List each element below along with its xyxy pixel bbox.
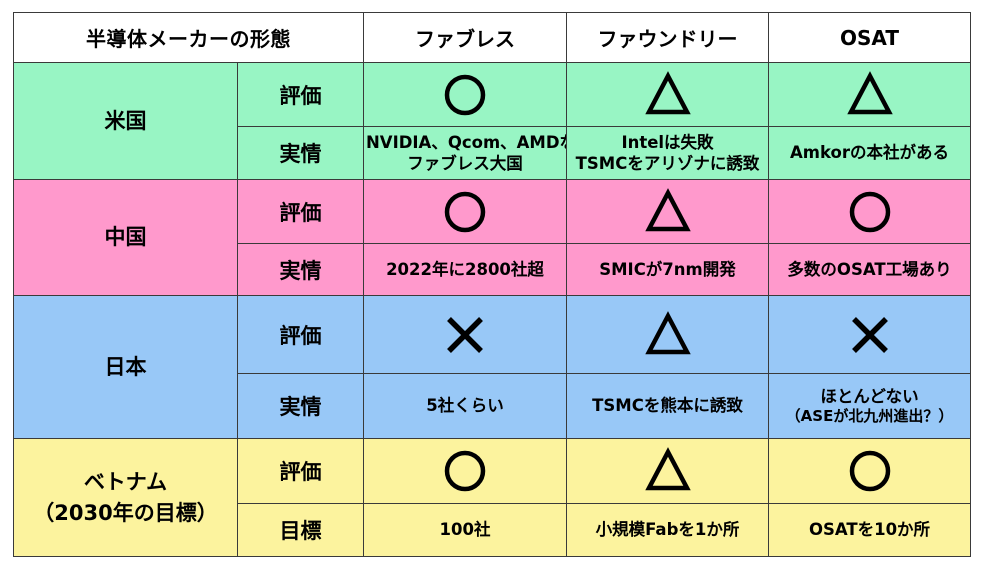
country-vn: ベトナム （2030年の目標） <box>13 438 238 557</box>
jp-osat-detail: ほとんどない （ASEが北九州進出？） <box>768 373 971 439</box>
country-subtitle: （2030年の目標） <box>33 500 218 525</box>
triangle-mark-icon <box>644 447 691 491</box>
detail-line: Amkorの本社がある <box>790 143 949 163</box>
country-name: ベトナム <box>83 470 168 495</box>
cross-mark-icon <box>441 311 489 359</box>
circle-mark-icon <box>444 74 486 115</box>
cn-osat-detail: 多数のOSAT工場あり <box>768 243 971 296</box>
us-osat-detail: Amkorの本社がある <box>768 126 971 180</box>
rating-label: 評価 <box>237 438 364 504</box>
country-name: 日本 <box>104 354 147 379</box>
detail-line: Intelは失敗 <box>621 132 714 152</box>
circle-mark-icon <box>441 447 489 495</box>
rating-label: 評価 <box>237 295 364 374</box>
triangle-mark-icon <box>644 187 692 236</box>
circle-mark-icon <box>441 71 489 119</box>
triangle-mark-icon <box>644 70 692 119</box>
triangle-mark-icon <box>644 187 691 231</box>
vn-foundry-rating <box>566 438 769 504</box>
jp-foundry-detail: TSMCを熊本に誘致 <box>566 373 769 439</box>
semiconductor-comparison-table: 半導体メーカーの形態 ファブレス ファウンドリー OSAT 米国 評価 実情 N… <box>13 12 971 557</box>
header-osat: OSAT <box>768 12 971 63</box>
detail-label: 実情 <box>237 373 364 439</box>
cross-mark-icon <box>447 316 483 353</box>
detail-line: ファブレス大国 <box>407 154 523 173</box>
header-foundry: ファウンドリー <box>566 12 769 63</box>
triangle-mark-icon <box>846 70 893 114</box>
circle-mark-icon <box>444 191 486 232</box>
circle-mark-icon <box>444 450 486 492</box>
jp-rating-row: 日本 評価 <box>13 295 971 439</box>
cn-fabless-rating <box>363 179 567 244</box>
cn-osat-rating <box>768 179 971 244</box>
vn-fabless-detail: 100社 <box>363 503 567 557</box>
detail-line: ほとんどない <box>820 386 919 406</box>
detail-line: （ASEが北九州進出？） <box>785 406 954 425</box>
jp-fabless-detail: 5社くらい <box>363 373 567 439</box>
detail-label: 実情 <box>237 126 364 180</box>
detail-line: NVIDIA、Qcom、AMDなど <box>366 132 566 152</box>
cn-foundry-rating <box>566 179 769 244</box>
jp-fabless-rating <box>363 295 567 374</box>
header-fabless: ファブレス <box>363 12 567 63</box>
country-name: 米国 <box>104 108 147 133</box>
us-fabless-rating <box>363 62 567 127</box>
triangle-mark-icon <box>644 70 691 114</box>
triangle-mark-icon <box>644 310 692 359</box>
triangle-mark-icon <box>846 70 894 119</box>
cn-fabless-detail: 2022年に2800社超 <box>363 243 567 296</box>
circle-mark-icon <box>441 188 489 236</box>
us-foundry-detail: Intelは失敗 TSMCをアリゾナに誘致 <box>566 126 769 180</box>
rating-label: 評価 <box>237 179 364 244</box>
detail-label: 目標 <box>237 503 364 557</box>
jp-foundry-rating <box>566 295 769 374</box>
detail-label: 実情 <box>237 243 364 296</box>
cn-rating-row: 中国 評価 <box>13 179 971 296</box>
vn-rating-row: ベトナム （2030年の目標） 評価 <box>13 438 971 557</box>
circle-mark-icon <box>849 450 890 492</box>
vn-osat-detail: OSATを10か所 <box>768 503 971 557</box>
country-jp: 日本 <box>13 295 238 439</box>
header-title: 半導体メーカーの形態 <box>13 12 364 63</box>
country-cn: 中国 <box>13 179 238 296</box>
country-us: 米国 <box>13 62 238 180</box>
detail-line: TSMCをアリゾナに誘致 <box>575 154 760 173</box>
jp-osat-rating <box>768 295 971 374</box>
vn-osat-rating <box>768 438 971 504</box>
circle-mark-icon <box>849 191 890 232</box>
rating-label: 評価 <box>237 62 364 127</box>
us-osat-rating <box>768 62 971 127</box>
country-name: 中国 <box>104 225 147 250</box>
cross-mark-icon <box>851 316 888 353</box>
us-foundry-rating <box>566 62 769 127</box>
cross-mark-icon <box>846 311 894 359</box>
us-rating-row: 米国 評価 <box>13 62 971 180</box>
cn-foundry-detail: SMICが7nm開発 <box>566 243 769 296</box>
header-row: 半導体メーカーの形態 ファブレス ファウンドリー OSAT <box>13 12 971 63</box>
triangle-mark-icon <box>644 447 692 495</box>
circle-mark-icon <box>846 188 894 236</box>
circle-mark-icon <box>846 447 894 495</box>
vn-foundry-detail: 小規模Fabを1か所 <box>566 503 769 557</box>
us-fabless-detail: NVIDIA、Qcom、AMDなど ファブレス大国 <box>363 126 567 180</box>
triangle-mark-icon <box>644 310 691 354</box>
vn-fabless-rating <box>363 438 567 504</box>
